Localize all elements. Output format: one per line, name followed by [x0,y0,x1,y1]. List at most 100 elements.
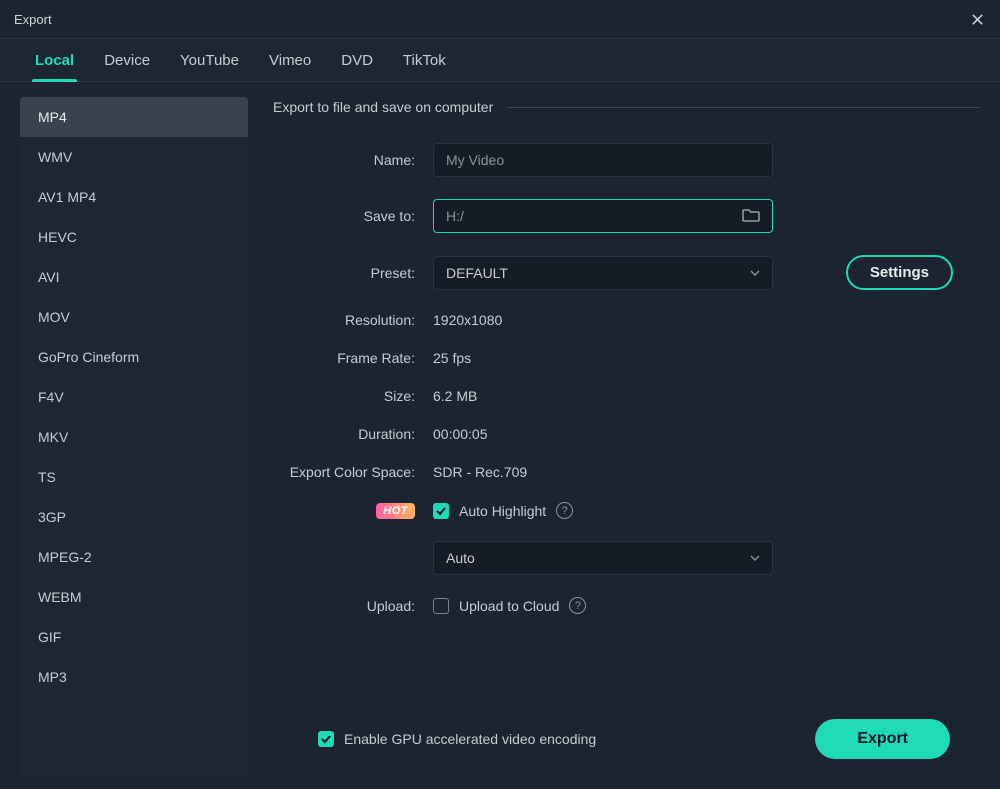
auto-highlight-label: Auto Highlight [459,503,546,519]
resolution-label: Resolution: [273,312,433,328]
row-duration: Duration: 00:00:05 [273,426,980,442]
format-item-mp4[interactable]: MP4 [20,97,248,137]
format-label: AV1 MP4 [38,189,96,205]
format-item-mpeg2[interactable]: MPEG-2 [20,537,248,577]
size-label: Size: [273,388,433,404]
section-heading: Export to file and save on computer [273,99,980,115]
row-preset: Preset: DEFAULT Settings [273,255,980,290]
format-item-av1mp4[interactable]: AV1 MP4 [20,177,248,217]
auto-highlight-mode-value: Auto [446,550,475,566]
export-button[interactable]: Export [815,719,950,759]
duration-label: Duration: [273,426,433,442]
row-upload: Upload: Upload to Cloud ? [273,597,980,614]
close-icon[interactable] [968,10,986,28]
format-item-avi[interactable]: AVI [20,257,248,297]
gpu-encoding-option: Enable GPU accelerated video encoding [318,731,596,747]
format-label: HEVC [38,229,77,245]
name-label: Name: [273,152,433,168]
export-form: Name: My Video Save to: H:/ [273,143,980,614]
format-item-mkv[interactable]: MKV [20,417,248,457]
chevron-down-icon [750,267,760,279]
row-save-to: Save to: H:/ [273,199,980,233]
format-item-3gp[interactable]: 3GP [20,497,248,537]
format-label: MKV [38,429,68,445]
row-frame-rate: Frame Rate: 25 fps [273,350,980,366]
tab-vimeo[interactable]: Vimeo [254,38,326,82]
format-item-hevc[interactable]: HEVC [20,217,248,257]
format-item-gif[interactable]: GIF [20,617,248,657]
format-label: MPEG-2 [38,549,92,565]
help-icon[interactable]: ? [569,597,586,614]
format-item-gopro[interactable]: GoPro Cineform [20,337,248,377]
folder-icon[interactable] [742,208,760,225]
tab-device[interactable]: Device [89,38,165,82]
export-settings-panel: Export to file and save on computer Name… [273,97,980,777]
format-label: WMV [38,149,72,165]
format-sidebar: MP4 WMV AV1 MP4 HEVC AVI MOV GoPro Cinef… [20,97,248,777]
row-name: Name: My Video [273,143,980,177]
hot-badge: HOT [376,503,415,519]
save-to-value: H:/ [446,208,464,224]
auto-highlight-mode-select[interactable]: Auto [433,541,773,575]
format-item-ts[interactable]: TS [20,457,248,497]
row-color-space: Export Color Space: SDR - Rec.709 [273,464,980,480]
duration-value: 00:00:05 [433,426,488,442]
format-label: WEBM [38,589,82,605]
divider [507,107,980,108]
help-icon[interactable]: ? [556,502,573,519]
tab-label: TikTok [403,52,446,69]
tab-local[interactable]: Local [20,38,89,82]
preset-value: DEFAULT [446,265,508,281]
gpu-checkbox[interactable] [318,731,334,747]
upload-label: Upload: [273,598,433,614]
format-item-mov[interactable]: MOV [20,297,248,337]
row-auto-highlight: HOT Auto Highlight ? [273,502,980,519]
export-tabs: Local Device YouTube Vimeo DVD TikTok [0,38,1000,82]
format-label: GIF [38,629,61,645]
save-to-label: Save to: [273,208,433,224]
format-label: MOV [38,309,70,325]
size-value: 6.2 MB [433,388,477,404]
format-label: AVI [38,269,60,285]
tab-label: Device [104,52,150,69]
format-label: MP3 [38,669,67,685]
format-label: 3GP [38,509,66,525]
tab-label: DVD [341,52,373,69]
row-size: Size: 6.2 MB [273,388,980,404]
format-item-wmv[interactable]: WMV [20,137,248,177]
titlebar: Export [0,0,1000,38]
tab-label: Local [35,52,74,69]
upload-checkbox[interactable] [433,598,449,614]
save-to-input[interactable]: H:/ [433,199,773,233]
format-item-webm[interactable]: WEBM [20,577,248,617]
name-input[interactable]: My Video [433,143,773,177]
upload-checkbox-label: Upload to Cloud [459,598,559,614]
format-item-mp3[interactable]: MP3 [20,657,248,697]
section-heading-text: Export to file and save on computer [273,99,493,115]
auto-highlight-checkbox[interactable] [433,503,449,519]
tab-youtube[interactable]: YouTube [165,38,254,82]
gpu-label: Enable GPU accelerated video encoding [344,731,596,747]
tab-tiktok[interactable]: TikTok [388,38,461,82]
chevron-down-icon [750,552,760,564]
format-item-f4v[interactable]: F4V [20,377,248,417]
color-space-value: SDR - Rec.709 [433,464,527,480]
tab-label: YouTube [180,52,239,69]
export-body: MP4 WMV AV1 MP4 HEVC AVI MOV GoPro Cinef… [0,82,1000,789]
preset-select[interactable]: DEFAULT [433,256,773,290]
format-label: MP4 [38,109,67,125]
name-value: My Video [446,152,504,168]
color-space-label: Export Color Space: [273,464,433,480]
format-label: TS [38,469,56,485]
resolution-value: 1920x1080 [433,312,502,328]
frame-rate-value: 25 fps [433,350,471,366]
preset-label: Preset: [273,265,433,281]
row-auto-highlight-mode: Auto [273,541,980,575]
tab-label: Vimeo [269,52,311,69]
export-window: Export Local Device YouTube Vimeo DVD Ti… [0,0,1000,789]
format-label: GoPro Cineform [38,349,139,365]
tab-dvd[interactable]: DVD [326,38,388,82]
format-label: F4V [38,389,64,405]
footer: Enable GPU accelerated video encoding Ex… [273,709,980,777]
settings-button[interactable]: Settings [846,255,953,290]
